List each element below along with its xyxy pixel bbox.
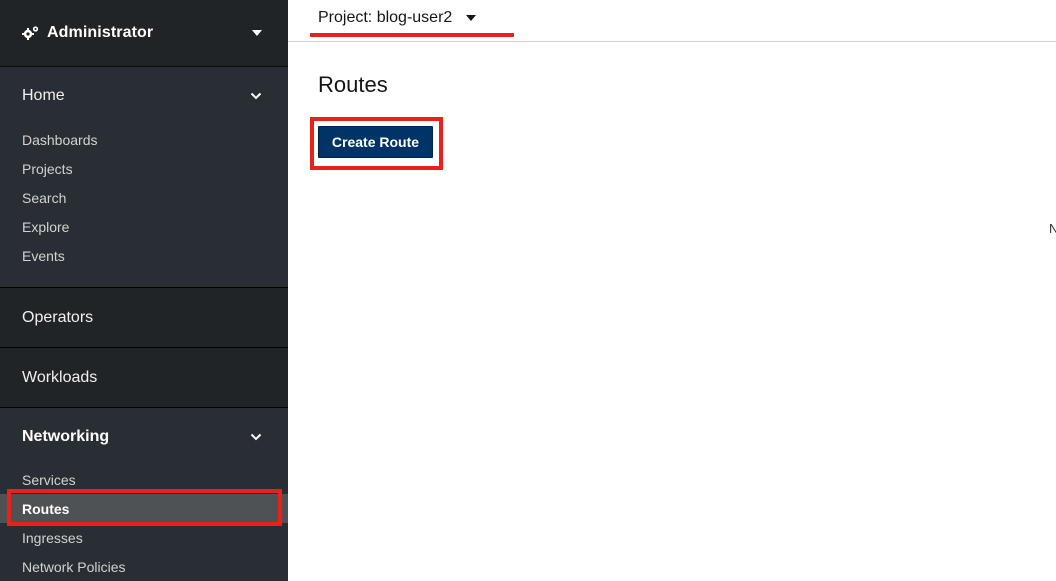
- nav-section-networking: Networking Services Routes Ingresses Net…: [0, 408, 288, 581]
- nav-header-label: Operators: [22, 308, 94, 326]
- sidebar: Administrator Home Dashboards Projects S…: [0, 0, 288, 581]
- sidebar-item-events[interactable]: Events: [0, 241, 288, 270]
- nav-section-home: Home Dashboards Projects Search Explore …: [0, 67, 288, 288]
- nav-section-workloads: Workloads: [0, 348, 288, 408]
- sidebar-item-routes[interactable]: Routes: [0, 494, 288, 523]
- nav-items-networking: Services Routes Ingresses Network Polici…: [0, 465, 288, 581]
- sidebar-item-ingresses[interactable]: Ingresses: [0, 523, 288, 552]
- nav-items-home: Dashboards Projects Search Explore Event…: [0, 125, 288, 287]
- nav-header-home[interactable]: Home: [0, 67, 288, 125]
- nav-header-operators[interactable]: Operators: [0, 288, 288, 347]
- chevron-down-icon: [250, 90, 262, 102]
- perspective-label: Administrator: [47, 24, 154, 41]
- sidebar-item-network-policies[interactable]: Network Policies: [0, 552, 288, 581]
- sidebar-item-projects[interactable]: Projects: [0, 154, 288, 183]
- sidebar-item-dashboards[interactable]: Dashboards: [0, 125, 288, 154]
- perspective-switcher[interactable]: Administrator: [0, 0, 288, 67]
- sidebar-item-explore[interactable]: Explore: [0, 212, 288, 241]
- nav-header-label: Home: [22, 87, 65, 104]
- project-label: Project: blog-user2: [318, 9, 453, 26]
- highlight-underline-project: [310, 33, 514, 37]
- nav-section-operators: Operators: [0, 288, 288, 348]
- nav-header-label: Workloads: [22, 368, 98, 386]
- project-dropdown[interactable]: Project: blog-user2: [318, 9, 477, 27]
- caret-down-icon: [252, 30, 262, 36]
- sidebar-item-search[interactable]: Search: [0, 183, 288, 212]
- sidebar-item-services[interactable]: Services: [0, 465, 288, 494]
- nav-header-workloads[interactable]: Workloads: [0, 348, 288, 407]
- caret-down-icon: [466, 15, 477, 21]
- cut-off-text: N: [1049, 221, 1056, 236]
- create-route-button[interactable]: Create Route: [318, 126, 433, 158]
- nav-header-networking[interactable]: Networking: [0, 408, 288, 465]
- page-title: Routes: [318, 72, 388, 97]
- chevron-down-icon: [250, 431, 262, 443]
- cogs-icon: [22, 24, 40, 42]
- nav-header-label: Networking: [22, 427, 110, 445]
